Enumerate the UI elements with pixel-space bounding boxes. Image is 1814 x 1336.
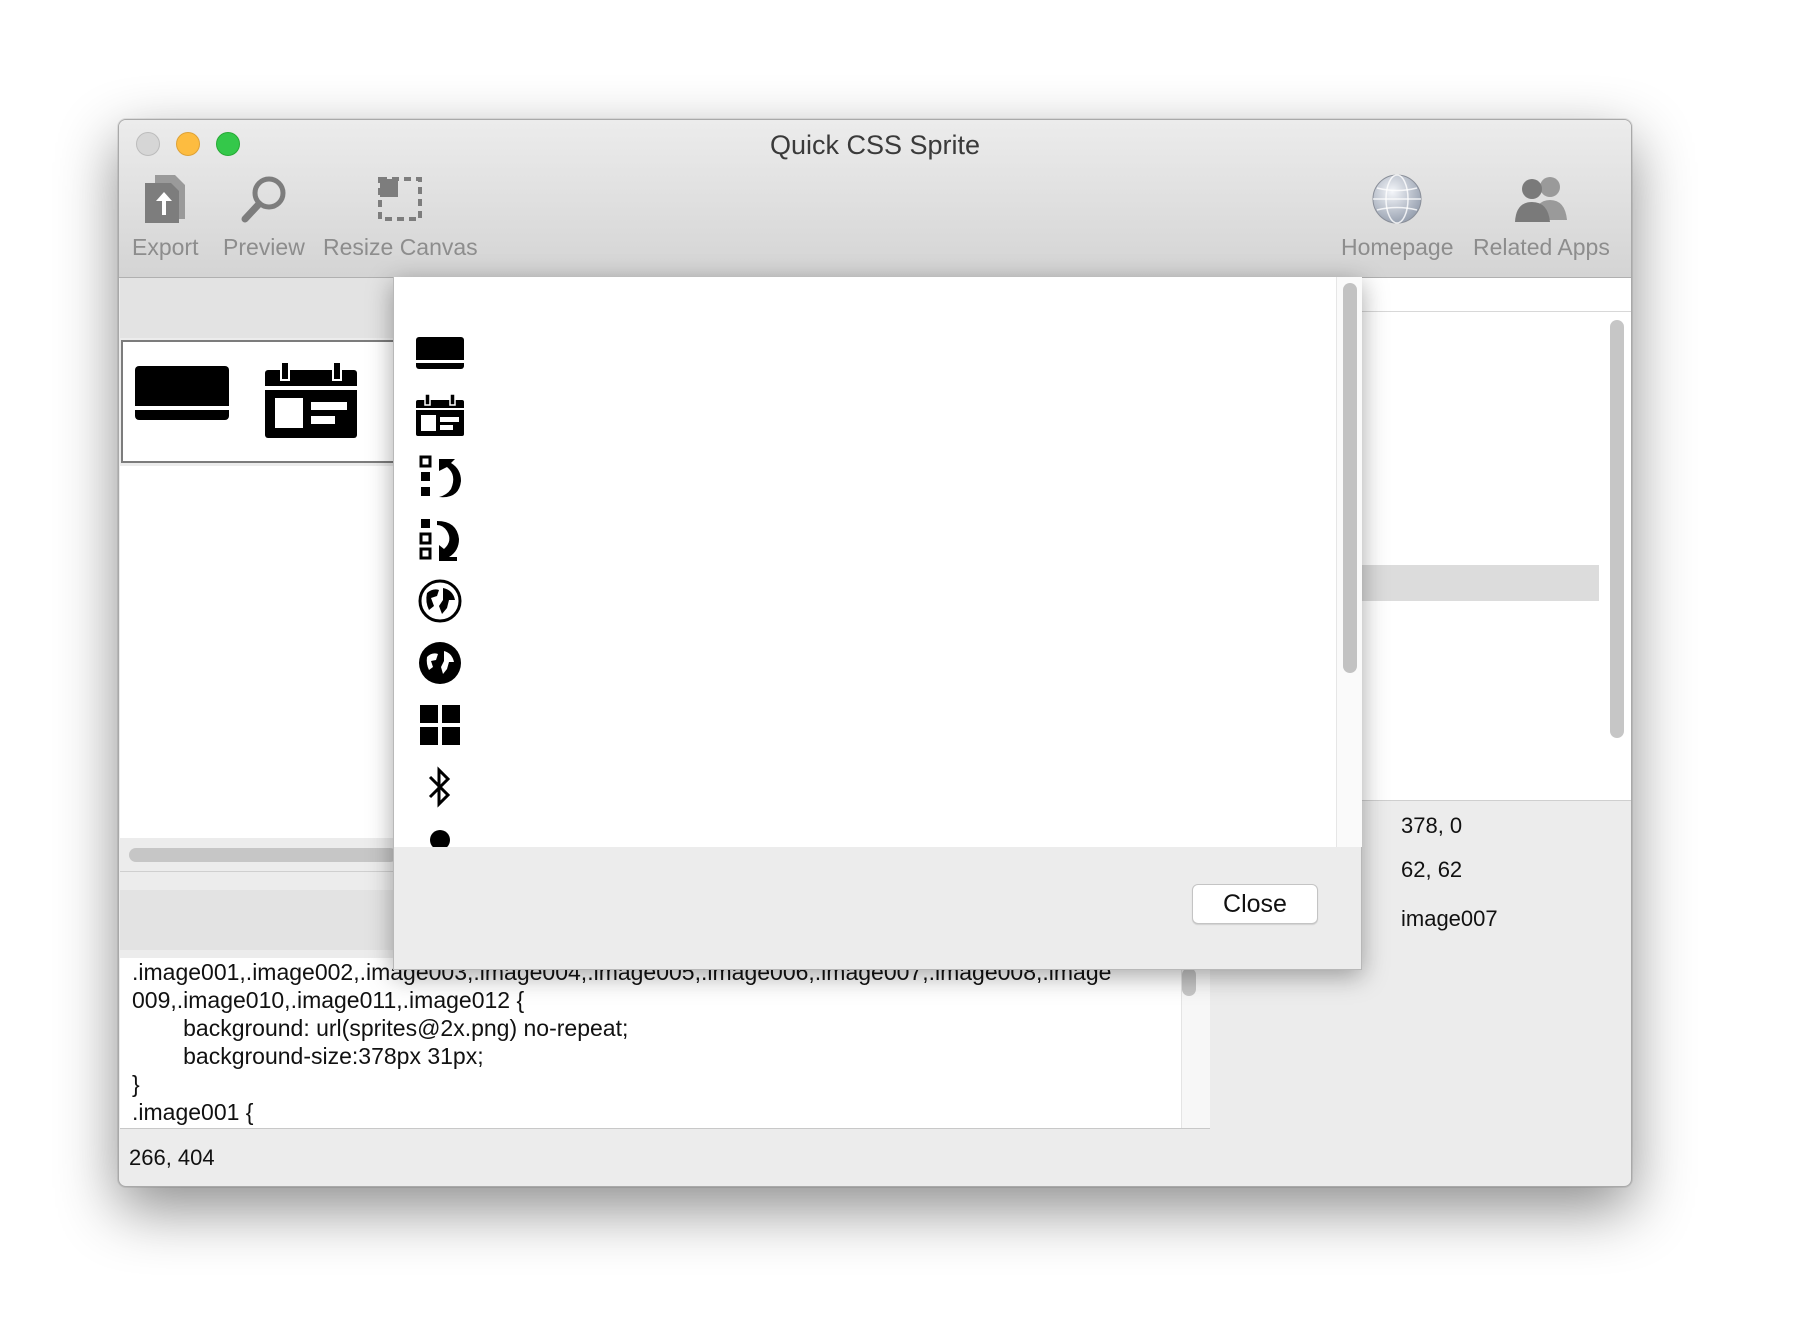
css-code-view[interactable]: .image001,.image002,.image003,.image004,… [120, 958, 1210, 1129]
image-list-header [1358, 278, 1631, 312]
image-position-value: 378, 0 [1401, 813, 1463, 838]
related-apps-button[interactable]: Related Apps [1473, 170, 1610, 261]
preview-scrollbar[interactable] [1343, 283, 1357, 673]
window-title: Quick CSS Sprite [769, 130, 981, 160]
css-code-line: 009,.image010,.image011,.image012 { [132, 987, 525, 1013]
horizontal-scrollbar[interactable] [129, 848, 397, 862]
canvas-header [120, 278, 396, 338]
preview-button[interactable]: Preview [223, 170, 305, 261]
preview-label: Preview [223, 234, 305, 260]
globe-icon [1341, 170, 1454, 228]
resize-canvas-button[interactable]: Resize Canvas [323, 170, 478, 261]
css-code-line: background-size:378px 31px; [132, 1043, 484, 1069]
image-size-value: 62, 62 [1401, 857, 1463, 882]
undo-list-icon [416, 453, 464, 501]
users-icon [1473, 170, 1610, 228]
person-icon [416, 825, 464, 847]
magnifier-icon [223, 170, 305, 228]
image-list-scrollbar[interactable] [1610, 320, 1624, 738]
resize-canvas-icon [323, 170, 478, 228]
css-code-line: } [132, 1071, 140, 1097]
sprite-canvas[interactable] [121, 340, 395, 463]
canvas-size-readout: 266, 404 [129, 1145, 215, 1170]
image-list[interactable] [1358, 312, 1631, 801]
canvas-scroll-area [120, 466, 396, 838]
titlebar: Quick CSS Sprite Export Preview Resize C… [119, 120, 1631, 278]
homepage-label: Homepage [1341, 234, 1454, 260]
css-code-line: background: url(sprites@2x.png) no-repea… [132, 1015, 629, 1041]
selected-list-row[interactable] [1358, 565, 1599, 601]
css-code-line: .image001 { [132, 1099, 254, 1125]
close-button[interactable]: Close [1192, 884, 1318, 924]
image-name-value: image007 [1401, 906, 1498, 931]
preview-sheet: Close [393, 277, 1362, 970]
related-apps-label: Related Apps [1473, 234, 1610, 260]
calendar-icon [416, 391, 464, 439]
laptop-icon [416, 329, 464, 377]
export-label: Export [132, 234, 199, 260]
css-code-text: .image001,.image002,.image003,.image004,… [120, 958, 1210, 1126]
globe-outline-icon [416, 577, 464, 625]
divider [120, 871, 396, 872]
resize-canvas-label: Resize Canvas [323, 234, 478, 260]
export-button[interactable]: Export [132, 170, 198, 261]
bluetooth-icon [416, 763, 464, 811]
globe-solid-icon [416, 639, 464, 687]
homepage-button[interactable]: Homepage [1341, 170, 1454, 261]
app-window: Quick CSS Sprite Export Preview Resize C… [118, 119, 1632, 1187]
code-header [120, 890, 396, 950]
redo-list-icon [416, 515, 464, 563]
code-vertical-scrollbar[interactable] [1182, 968, 1196, 996]
preview-icon-list[interactable] [394, 277, 1336, 847]
grid-icon [416, 701, 464, 749]
export-icon [132, 170, 198, 228]
sprite-canvas-preview [135, 361, 357, 438]
